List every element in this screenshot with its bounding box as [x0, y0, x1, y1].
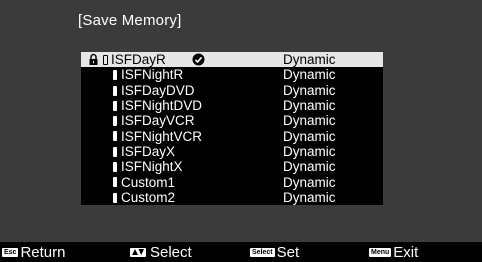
memory-marker-icon: [113, 146, 117, 157]
memory-row-isfdayr[interactable]: ISFDayR Dynamic: [81, 52, 383, 68]
memory-marker-icon: [113, 192, 117, 203]
memory-value: Dynamic: [283, 98, 336, 114]
memory-value: Dynamic: [283, 174, 336, 190]
memory-name: ISFNightDVD: [121, 98, 203, 114]
select-key-icon: Select: [250, 247, 275, 257]
memory-row[interactable]: Custom2 Dynamic: [81, 189, 383, 205]
memory-marker-icon: [113, 131, 117, 142]
memory-name: ISFNightX: [121, 159, 183, 175]
exit-hint[interactable]: Menu Exit: [369, 242, 418, 262]
memory-name: ISFNightVCR: [121, 128, 203, 144]
select-label: Select: [150, 243, 192, 261]
memory-name: ISFDayDVD: [121, 82, 195, 98]
memory-name: ISFDayX: [121, 143, 176, 159]
memory-value: Dynamic: [283, 82, 336, 98]
return-hint[interactable]: Esc Return: [2, 242, 66, 262]
memory-marker-icon: [113, 85, 117, 96]
memory-value: Dynamic: [283, 143, 336, 159]
memory-value: Dynamic: [283, 159, 336, 175]
memory-value: Dynamic: [283, 128, 336, 144]
memory-marker-icon: [113, 177, 117, 188]
memory-value: Dynamic: [283, 52, 336, 68]
memory-list: ISFDayR Dynamic ISFNightR Dynamic ISFDay…: [81, 52, 383, 205]
button-guide-bar: Esc Return Select Select Set Menu Exit: [0, 242, 482, 262]
osd-screen: [Save Memory] ISFDayR Dynamic ISFNightR …: [0, 0, 482, 242]
set-label: Set: [276, 243, 300, 261]
memory-name: ISFDayR: [111, 52, 166, 68]
memory-name: ISFNightR: [121, 67, 184, 83]
memory-value: Dynamic: [283, 189, 336, 205]
memory-marker-icon: [113, 70, 117, 81]
memory-value: Dynamic: [283, 67, 336, 83]
memory-name: ISFDayVCR: [121, 113, 195, 129]
memory-marker-icon: [113, 162, 117, 173]
memory-row[interactable]: ISFDayVCR Dynamic: [81, 113, 383, 129]
memory-row[interactable]: ISFDayX Dynamic: [81, 143, 383, 160]
esc-key-icon: Esc: [2, 247, 19, 257]
memory-marker-icon: [113, 100, 117, 111]
menu-key-icon: Menu: [369, 247, 392, 257]
memory-name: Custom2: [121, 189, 176, 205]
memory-row[interactable]: ISFNightDVD Dynamic: [81, 97, 383, 114]
exit-label: Exit: [393, 243, 419, 261]
memory-row[interactable]: ISFNightX Dynamic: [81, 159, 383, 175]
memory-marker-icon: [113, 116, 117, 127]
up-down-arrows-icon: [130, 247, 146, 257]
menu-title: [Save Memory]: [78, 12, 182, 29]
memory-row[interactable]: ISFDayDVD Dynamic: [81, 82, 383, 98]
memory-row[interactable]: Custom1 Dynamic: [81, 174, 383, 190]
select-hint[interactable]: Select: [130, 242, 192, 262]
memory-value: Dynamic: [283, 113, 336, 129]
return-label: Return: [20, 243, 66, 261]
check-circle-icon: [192, 53, 205, 66]
set-hint[interactable]: Select Set: [250, 242, 299, 262]
memory-name: Custom1: [121, 174, 176, 190]
memory-marker-icon: [103, 55, 108, 65]
lock-icon: [89, 53, 98, 65]
memory-row[interactable]: ISFNightR Dynamic: [81, 67, 383, 83]
memory-row[interactable]: ISFNightVCR Dynamic: [81, 128, 383, 144]
